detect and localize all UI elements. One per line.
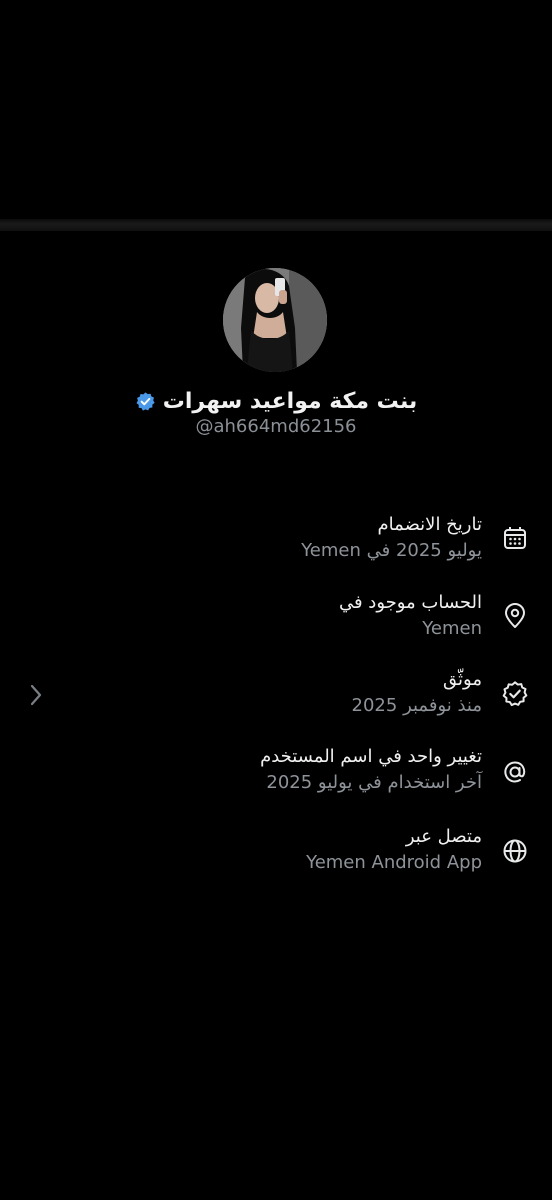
username-handle: @ah664md62156	[195, 416, 357, 437]
info-subtitle: Yemen Android App	[306, 852, 482, 873]
info-text: تغيير واحد في اسم المستخدم آخر استخدام ف…	[62, 744, 482, 796]
avatar[interactable]	[223, 268, 327, 372]
info-subtitle: منذ نوفمبر 2025	[351, 695, 482, 716]
info-title: تاريخ الانضمام	[377, 514, 482, 535]
info-item-connected-via: متصل عبر Yemen Android App	[0, 824, 552, 884]
info-item-account-location: الحساب موجود في Yemen	[0, 590, 552, 650]
info-subtitle: Yemen	[422, 618, 482, 639]
info-text: موثّق منذ نوفمبر 2025	[62, 667, 482, 719]
info-text: تاريخ الانضمام يوليو 2025 في Yemen	[62, 512, 482, 564]
location-pin-icon	[501, 602, 529, 630]
info-item-verified: موثّق منذ نوفمبر 2025	[0, 667, 552, 727]
globe-icon	[501, 837, 529, 865]
info-title: متصل عبر	[405, 826, 482, 847]
calendar-icon	[501, 524, 529, 552]
verified-badge-icon	[135, 391, 156, 412]
header-divider	[0, 219, 552, 231]
info-subtitle: يوليو 2025 في Yemen	[301, 540, 482, 561]
at-sign-icon	[501, 758, 529, 786]
verified-check-icon	[501, 680, 529, 708]
info-text: الحساب موجود في Yemen	[62, 590, 482, 642]
info-item-join-date: تاريخ الانضمام يوليو 2025 في Yemen	[0, 512, 552, 572]
info-text: متصل عبر Yemen Android App	[62, 824, 482, 876]
info-title: موثّق	[443, 669, 482, 690]
info-title: الحساب موجود في	[338, 592, 482, 613]
profile-name-row: بنت مكة مواعيد سهرات	[0, 384, 552, 418]
display-name: بنت مكة مواعيد سهرات	[162, 388, 418, 414]
chevron-left-icon[interactable]	[26, 681, 46, 709]
avatar-photo	[223, 268, 327, 372]
info-title: تغيير واحد في اسم المستخدم	[260, 746, 482, 767]
info-subtitle: آخر استخدام في يوليو 2025	[266, 772, 482, 793]
info-item-username-changes: تغيير واحد في اسم المستخدم آخر استخدام ف…	[0, 744, 552, 804]
